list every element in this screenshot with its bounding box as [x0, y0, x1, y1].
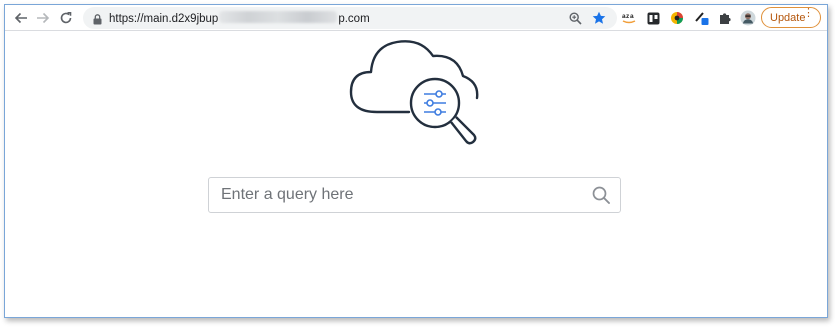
search-box — [208, 177, 621, 213]
back-button[interactable] — [11, 8, 31, 28]
amazon-icon[interactable]: aza — [621, 10, 637, 26]
browser-toolbar: https://main.d2x9jbup p.com aza Update ⋮ — [5, 5, 827, 31]
url-text: https://main.d2x9jbup p.com — [109, 11, 370, 25]
trello-icon[interactable] — [645, 10, 661, 26]
update-label: Update — [770, 11, 806, 24]
arrow-left-icon — [14, 12, 27, 24]
more-vert-icon: ⋮ — [803, 7, 814, 19]
profile-avatar[interactable] — [740, 10, 756, 26]
browser-window: https://main.d2x9jbup p.com aza Update ⋮… — [4, 4, 828, 318]
reload-button[interactable] — [56, 8, 76, 28]
lock-icon — [93, 12, 102, 30]
pen-tool-icon[interactable] — [694, 10, 710, 26]
arrow-right-icon — [37, 12, 50, 24]
update-button[interactable]: Update ⋮ — [761, 7, 821, 28]
url-redacted — [219, 11, 338, 23]
svg-text:a: a — [630, 13, 634, 20]
cloud-search-illustration — [349, 40, 479, 145]
forward-button[interactable] — [33, 8, 53, 28]
search-icon[interactable] — [592, 186, 610, 209]
magnifier-handle — [450, 116, 477, 145]
sliders-icon — [424, 90, 446, 116]
page-content — [5, 32, 827, 317]
url-suffix: p.com — [338, 13, 370, 25]
puzzle-icon[interactable] — [717, 10, 733, 26]
bookmark-star-icon[interactable] — [591, 10, 607, 26]
address-bar[interactable]: https://main.d2x9jbup p.com — [83, 7, 617, 29]
url-prefix: https://main.d2x9jbup — [109, 13, 219, 25]
reload-icon — [60, 12, 72, 24]
colorful-ball-icon[interactable] — [669, 10, 685, 26]
zoom-icon[interactable] — [567, 10, 583, 26]
search-input[interactable] — [210, 179, 580, 211]
